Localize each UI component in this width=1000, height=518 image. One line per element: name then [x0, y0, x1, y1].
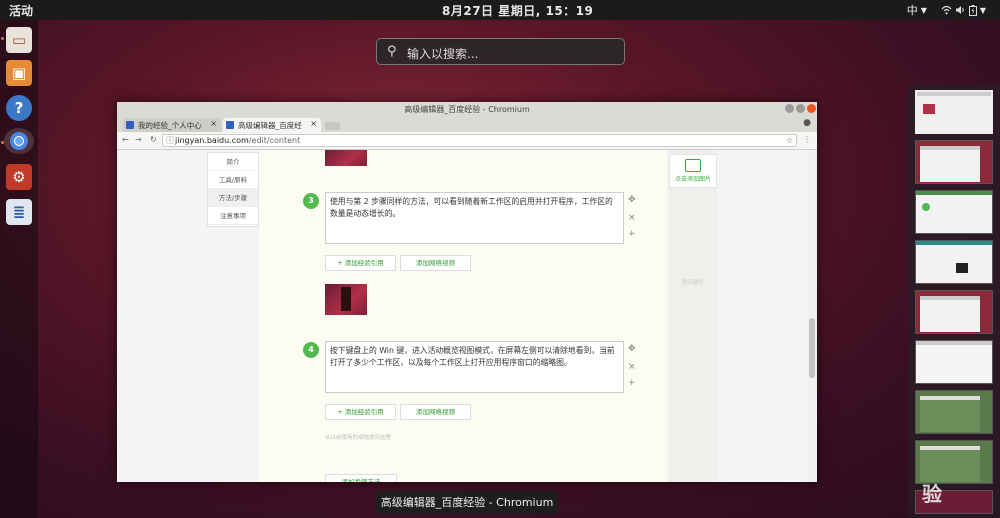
text-editor-icon[interactable]: ≣ [6, 199, 32, 225]
input-method-label: 中 [906, 4, 918, 17]
add-image-label: 点击添加图片 [674, 176, 711, 183]
software-center-icon[interactable]: ▣ [6, 60, 32, 86]
back-icon[interactable]: ← [122, 135, 129, 144]
tab-label: 我的经验_个人中心 [138, 121, 202, 130]
dock: ▭ ▣ ? ⚙ ≣ [0, 20, 38, 518]
editor-area: 3 使用与第 2 步骤同样的方法，可以看到随着新工作区的启用并打开程序，工作区的… [259, 150, 667, 482]
add-image-button[interactable]: 点击添加图片 [669, 154, 717, 188]
search-placeholder: 输入以搜索... [407, 47, 479, 61]
step-image[interactable] [325, 284, 367, 315]
activities-button[interactable]: 活动 [9, 2, 33, 19]
status-menu[interactable]: ▼ [941, 2, 986, 18]
delete-icon[interactable]: × [628, 213, 636, 223]
profile-icon[interactable]: ● [803, 118, 811, 128]
image-icon [685, 159, 701, 172]
new-tab-button[interactable] [325, 122, 340, 130]
browser-window[interactable]: 高级编辑器_百度经验 - Chromium 我的经验_个人中心 × 高级编辑器_… [117, 102, 817, 482]
maximize-button[interactable] [796, 104, 805, 113]
add-video-button[interactable]: 添加网络视频 [400, 255, 471, 271]
settings-icon[interactable]: ⚙ [6, 164, 32, 190]
workspace-thumbnail[interactable] [915, 340, 993, 384]
chevron-down-icon: ▼ [979, 5, 986, 15]
page-content: 简介 工具/原料 方法/步骤 注意事项 3 使用与第 2 步骤同样的方法，可以看… [117, 150, 817, 482]
network-icon [941, 5, 952, 15]
window-caption: 高级编辑器_百度经验 - Chromium [376, 491, 558, 514]
volume-icon [955, 6, 964, 14]
workspace-thumbnail[interactable] [915, 190, 993, 234]
watermark: 验 [922, 482, 942, 506]
add-icon[interactable]: + [628, 229, 636, 239]
section-nav: 简介 工具/原料 方法/步骤 注意事项 [207, 152, 259, 227]
add-video-button[interactable]: 添加网络视频 [400, 404, 471, 420]
nav-item-intro[interactable]: 简介 [208, 153, 258, 171]
tab-advanced-editor[interactable]: 高级编辑器_百度经 × [223, 118, 321, 132]
window-titlebar[interactable]: 高级编辑器_百度经验 - Chromium [117, 102, 817, 116]
address-bar[interactable]: ⓘ jingyan.baidu.com/edit/content ☆ [162, 134, 797, 147]
step-text-field[interactable]: 使用与第 2 步骤同样的方法，可以看到随着新工作区的启用并打开程序，工作区的数量… [325, 192, 624, 244]
info-icon: ⓘ [166, 136, 174, 145]
close-button[interactable] [807, 104, 816, 113]
add-reference-button[interactable]: + 添加经验引用 [325, 255, 396, 271]
minimize-button[interactable] [785, 104, 794, 113]
image-sidebar: 点击添加图片 暂无图片 [669, 150, 717, 482]
running-indicator [1, 37, 4, 40]
tab-my-experience[interactable]: 我的经验_个人中心 × [123, 118, 221, 132]
workspace-thumbnail[interactable] [915, 290, 993, 334]
workspace-thumbnail[interactable] [915, 390, 993, 434]
battery-icon [968, 4, 977, 16]
add-reference-button[interactable]: + 添加经验引用 [325, 404, 396, 420]
add-icon[interactable]: + [628, 378, 636, 388]
tab-strip: 我的经验_个人中心 × 高级编辑器_百度经 × ● [117, 116, 817, 132]
baidu-favicon-icon [126, 121, 134, 129]
step-image[interactable] [325, 150, 367, 166]
reload-icon[interactable]: ↻ [150, 135, 157, 144]
system-tray: 中 ▼ ▼ [907, 2, 986, 18]
search-icon: ⚲ [387, 44, 397, 59]
browser-toolbar: ← → ↻ ⓘ jingyan.baidu.com/edit/content ☆… [117, 132, 817, 150]
paste-hint: 从以前使用的或拖放到这里 [325, 435, 392, 441]
top-bar: 活动 8月27日 星期日, 15：19 中 ▼ ▼ [0, 0, 1000, 20]
step-text-field[interactable]: 按下键盘上的 Win 键，进入活动概览视图模式，在屏幕左侧可以清除地看到，当前打… [325, 341, 624, 393]
nav-item-tools[interactable]: 工具/原料 [208, 171, 258, 189]
baidu-favicon-icon [226, 121, 234, 129]
delete-icon[interactable]: × [628, 362, 636, 372]
bookmark-star-icon[interactable]: ☆ [786, 135, 793, 147]
chromium-icon[interactable] [4, 128, 34, 154]
forward-icon[interactable]: → [135, 135, 142, 144]
scrollbar[interactable] [807, 150, 817, 482]
nav-item-notes[interactable]: 注意事项 [208, 207, 258, 225]
scrollbar-thumb[interactable] [809, 318, 815, 378]
url-host: jingyan.baidu.com [175, 136, 249, 145]
close-tab-icon[interactable]: × [310, 119, 317, 128]
step-number: 4 [303, 342, 319, 358]
step-number: 3 [303, 193, 319, 209]
empty-hint: 暂无图片 [681, 280, 704, 286]
workspace-thumbnail[interactable] [915, 240, 993, 284]
tab-label: 高级编辑器_百度经 [238, 121, 302, 130]
input-method-indicator[interactable]: 中 ▼ [907, 2, 927, 18]
close-tab-icon[interactable]: × [210, 119, 217, 128]
workspace-switcher [908, 84, 1000, 518]
clock[interactable]: 8月27日 星期日, 15：19 [442, 2, 593, 19]
window-title: 高级编辑器_百度经验 - Chromium [404, 105, 530, 114]
move-icon[interactable]: ✥ [628, 344, 636, 354]
help-icon[interactable]: ? [6, 95, 32, 121]
move-icon[interactable]: ✥ [628, 195, 636, 205]
nav-item-steps[interactable]: 方法/步骤 [208, 189, 258, 207]
chevron-down-icon: ▼ [920, 5, 927, 15]
add-method-button[interactable]: 添加步骤方法 [325, 474, 397, 482]
workspace-thumbnail[interactable] [915, 140, 993, 184]
files-icon[interactable]: ▭ [6, 27, 32, 53]
menu-icon[interactable]: ⋮ [803, 135, 811, 144]
workspace-thumbnail[interactable] [915, 90, 993, 134]
search-input[interactable]: ⚲ 输入以搜索... [376, 38, 625, 65]
url-path: /edit/content [248, 136, 301, 145]
